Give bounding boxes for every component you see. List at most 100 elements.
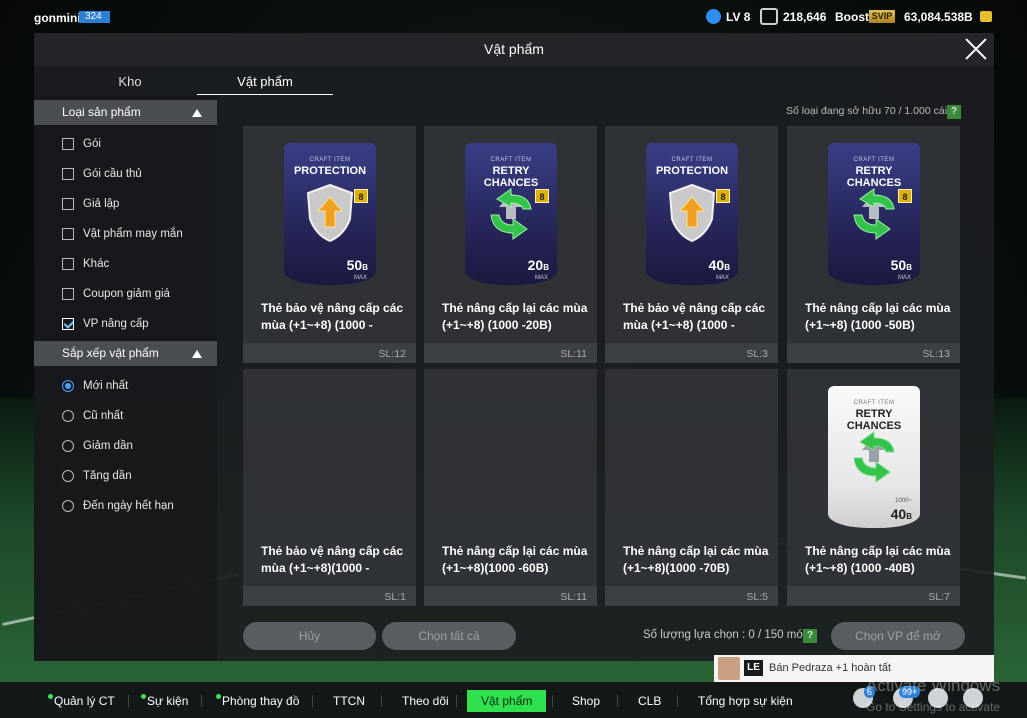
open-vp-button[interactable]: Chọn VP để mở [831,622,965,650]
select-all-button[interactable]: Chọn tất cả [382,622,516,650]
checkbox-icon[interactable] [62,138,74,150]
notification-text: Bán Pedraza +1 hoàn tất [769,662,892,674]
nav-ttcn[interactable]: TTCN [333,690,365,712]
shield-icon [306,183,354,243]
product-type-header[interactable]: Loại sản phẩm [34,100,217,125]
item-card[interactable]: Thẻ nâng cấp lại các mùa (+1~+8)(1000 -7… [605,369,778,606]
username: gonmini [34,11,81,25]
card-art-subtitle: CRAFT ITEM [853,400,895,406]
item-name: Thẻ bảo vệ nâng cấp các mùa (+1~+8) (100… [623,301,766,332]
nav-clb[interactable]: CLB [638,690,661,712]
protection-card-art: CRAFT ITEM PROTECTION 8 40B MAX [646,143,738,285]
filter-label: VP nâng cấp [83,318,149,330]
item-name: Thẻ nâng cấp lại các mùa (+1~+8)(1000 -6… [442,544,588,575]
checkbox-icon[interactable] [62,168,74,180]
retry-arrows-icon [853,188,895,240]
checkbox-icon[interactable] [62,258,74,270]
item-card[interactable]: CRAFT ITEM RETRY CHANCES 8 20B MAX Thẻ n… [424,126,597,363]
card-footer: SL:11 [424,343,597,363]
notification-dot [48,694,53,699]
card-footer: SL:3 [605,343,778,363]
retry-arrows-icon [490,188,532,240]
card-value-number: 40 [890,506,907,522]
item-card[interactable]: CRAFT ITEM PROTECTION 8 40B MAX Thẻ bảo … [605,126,778,363]
sort-label: Cũ nhất [83,410,124,422]
item-card[interactable]: Thẻ nâng cấp lại các mùa (+1~+8)(1000 -6… [424,369,597,606]
nav-divider [381,695,382,707]
nav-su-kien[interactable]: Sự kiện [141,690,188,712]
notification-dot [216,694,221,699]
item-name: Thẻ bảo vệ nâng cấp các mùa (+1~+8) (100… [261,301,404,332]
card-art-title: PROTECTION [655,165,729,177]
nav-tong-hop-su-kien[interactable]: Tổng hợp sự kiện [698,690,793,712]
radio-icon[interactable] [62,500,74,512]
item-card[interactable]: CRAFT ITEM RETRY CHANCES 8 50B MAX Thẻ n… [787,126,960,363]
checkbox-checked-icon[interactable] [62,318,74,330]
nav-divider [617,695,618,707]
filter-label: Gói cầu thủ [83,168,142,180]
filter-label: Vật phẩm may mắn [83,228,183,240]
checkbox-icon[interactable] [62,288,74,300]
nav-shop[interactable]: Shop [572,690,600,712]
card-max: MAX [353,275,367,281]
radio-icon[interactable] [62,410,74,422]
card-value-unit: B [362,263,368,272]
item-card[interactable]: CRAFT ITEM PROTECTION 8 50B MAX Thẻ bảo … [243,126,416,363]
item-card[interactable]: Thẻ bảo vệ nâng cấp các mùa (+1~+8)(1000… [243,369,416,606]
item-quantity: SL:7 [928,591,950,603]
notification-dot [141,694,146,699]
filter-label: Giả lập [83,198,120,210]
protection-card-art: CRAFT ITEM PROTECTION 8 50B MAX [284,143,376,285]
collapse-icon[interactable] [192,350,202,358]
item-quantity: SL:13 [922,348,950,360]
card-footer: SL:7 [787,586,960,606]
card-max: MAX [534,275,548,281]
modal-header: Vật phẩm [34,33,994,66]
collapse-icon[interactable] [192,109,202,117]
card-footer: SL:12 [243,343,416,363]
sort-label: Mới nhất [83,380,129,392]
card-footer: SL:1 [243,586,416,606]
help-icon[interactable]: ? [803,629,817,643]
checkbox-icon[interactable] [62,198,74,210]
cancel-button[interactable]: Hủy [243,622,376,650]
nav-vat-pham[interactable]: Vật phẩm [467,690,547,712]
card-level-badge: 8 [716,189,730,203]
tab-vat-pham[interactable]: Vật phẩm [197,66,333,95]
checkbox-icon[interactable] [62,228,74,240]
radio-icon[interactable] [62,440,74,452]
item-card[interactable]: CRAFT ITEM RETRY CHANCES 1000~ 40B Thẻ n… [787,369,960,606]
filter-label: Coupon giảm giá [83,288,170,300]
nav-quan-ly-ct[interactable]: Quản lý CT [48,690,115,712]
modal-title: Vật phẩm [484,41,544,57]
card-value-unit: B [906,263,912,272]
item-quantity: SL:3 [746,348,768,360]
item-name: Thẻ nâng cấp lại các mùa (+1~+8) (1000 -… [805,301,951,332]
nav-divider [552,695,553,707]
card-footer: SL:5 [605,586,778,606]
item-quantity: SL:11 [560,348,587,360]
status-bar: gonmini 324 LV 8 218,646 Boost SVIP 63,0… [0,0,1027,33]
radio-icon[interactable] [62,470,74,482]
retry-arrows-icon [853,431,895,483]
card-level-badge: 8 [354,189,368,203]
sort-header[interactable]: Sắp xếp vật phẩm [34,341,217,366]
item-name: Thẻ bảo vệ nâng cấp các mùa (+1~+8)(1000… [261,544,404,575]
card-level-badge: 8 [535,189,549,203]
help-icon[interactable]: ? [947,105,961,119]
card-value: 50B [347,257,368,273]
card-level-badge: 8 [898,189,912,203]
nav-theo-doi[interactable]: Theo dõi [402,690,449,712]
sort-title: Sắp xếp vật phẩm [62,346,159,360]
sort-label: Giảm dần [83,440,133,452]
card-art-subtitle: CRAFT ITEM [309,157,351,163]
user-badge: 324 [79,11,110,23]
card-max: 1000~ [895,498,912,504]
item-quantity: SL:11 [560,591,587,603]
item-name: Thẻ nâng cấp lại các mùa (+1~+8) (1000 -… [442,301,588,332]
radio-selected-icon[interactable] [62,380,74,392]
nav-phong-thay-do[interactable]: Phòng thay đồ [216,690,299,712]
card-value-number: 50 [346,257,363,273]
close-icon[interactable] [964,37,988,61]
card-value-unit: B [906,512,912,521]
